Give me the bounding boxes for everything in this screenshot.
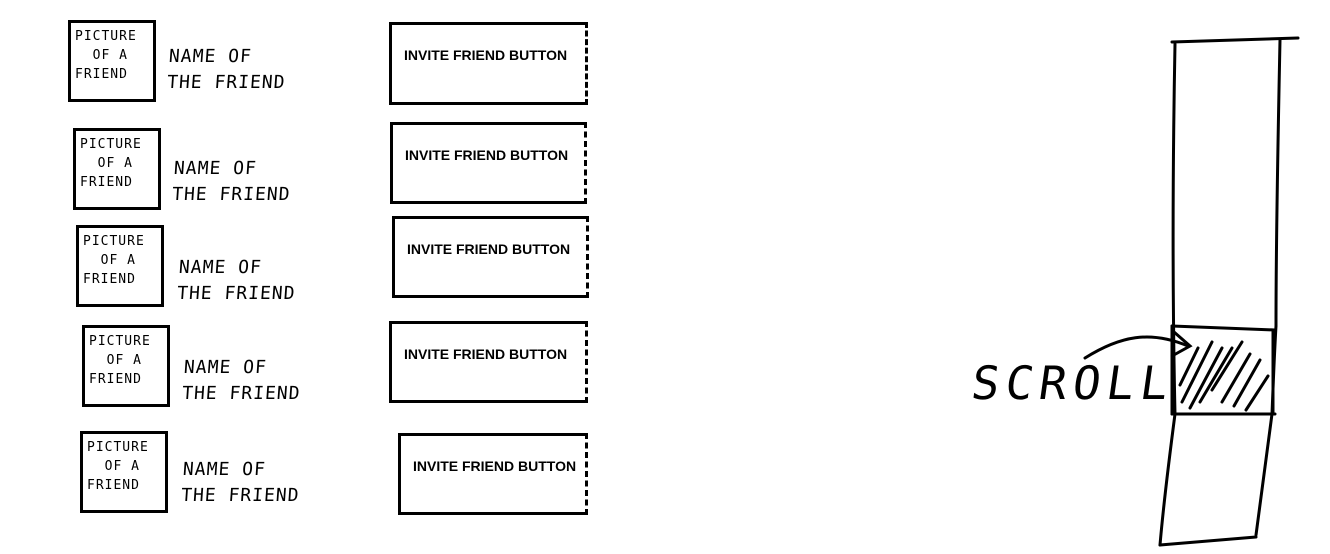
friend-avatar: PICTURE OF A FRIEND (76, 225, 164, 307)
friend-list-item: PICTURE OF A FRIEND NAME OF THE FRIEND I… (0, 20, 600, 110)
friend-name: NAME OF THE FRIEND (171, 158, 292, 205)
invite-friend-button[interactable]: INVITE FRIEND BUTTON (389, 321, 588, 403)
invite-friend-button[interactable]: INVITE FRIEND BUTTON (398, 433, 588, 515)
friend-avatar: PICTURE OF A FRIEND (73, 128, 161, 210)
scrollbar[interactable] (960, 30, 1320, 550)
avatar-placeholder-label: PICTURE OF A FRIEND (87, 440, 149, 493)
avatar-placeholder-label: PICTURE OF A FRIEND (89, 334, 151, 387)
friend-name: NAME OF THE FRIEND (180, 459, 301, 506)
friend-list-item: PICTURE OF A FRIEND NAME OF THE FRIEND I… (0, 216, 600, 315)
avatar-placeholder-label: PICTURE OF A FRIEND (80, 137, 142, 190)
friend-list-item: PICTURE OF A FRIEND NAME OF THE FRIEND I… (0, 321, 600, 415)
friend-list-item: PICTURE OF A FRIEND NAME OF THE FRIEND I… (0, 431, 600, 521)
invite-button-label: INVITE FRIEND BUTTON (413, 458, 577, 474)
friend-name: NAME OF THE FRIEND (181, 357, 302, 404)
invite-button-label: INVITE FRIEND BUTTON (404, 47, 568, 63)
scrollbar-track[interactable] (1158, 36, 1300, 547)
avatar-placeholder-label: PICTURE OF A FRIEND (75, 29, 137, 82)
friend-avatar: PICTURE OF A FRIEND (68, 20, 156, 102)
scrollbar-thumb[interactable] (1170, 324, 1277, 416)
invite-friend-button[interactable]: INVITE FRIEND BUTTON (389, 22, 588, 105)
avatar-placeholder-label: PICTURE OF A FRIEND (83, 234, 145, 287)
friend-name: NAME OF THE FRIEND (166, 46, 287, 93)
friend-avatar: PICTURE OF A FRIEND (82, 325, 170, 407)
friend-name: NAME OF THE FRIEND (176, 257, 297, 304)
friend-avatar: PICTURE OF A FRIEND (80, 431, 168, 513)
invite-friend-button[interactable]: INVITE FRIEND BUTTON (390, 122, 587, 204)
friend-list-item: PICTURE OF A FRIEND NAME OF THE FRIEND I… (0, 122, 600, 218)
invite-button-label: INVITE FRIEND BUTTON (404, 346, 568, 362)
invite-button-label: INVITE FRIEND BUTTON (405, 147, 569, 163)
invite-friend-button[interactable]: INVITE FRIEND BUTTON (392, 216, 589, 298)
invite-button-label: INVITE FRIEND BUTTON (407, 241, 571, 257)
